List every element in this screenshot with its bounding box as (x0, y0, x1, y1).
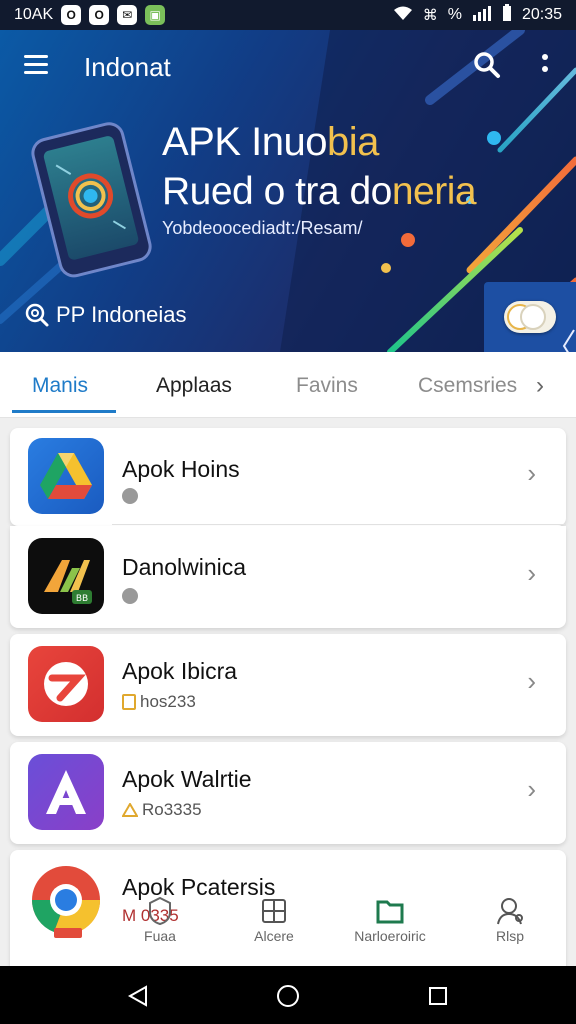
letter-a-icon (28, 754, 104, 830)
google-drive-icon (28, 438, 104, 514)
apk-logo-icon: BB (28, 538, 104, 614)
list-item[interactable]: Apok Ibicra hos233 › (10, 634, 566, 736)
list-item[interactable]: Apok Hoins › (10, 428, 566, 526)
folder-icon (376, 900, 404, 924)
app-title: Indonat (84, 52, 171, 82)
tab-manis[interactable]: Manis (32, 374, 88, 398)
notification-icon: O (61, 5, 82, 25)
app-meta: Ro3335 (122, 800, 202, 820)
divider (112, 524, 566, 525)
app-name: Apok Walrtie (122, 766, 252, 792)
signal-percent: % (447, 6, 462, 23)
badge-icon (122, 694, 136, 710)
more-vert-icon[interactable] (538, 52, 552, 80)
hero-subtitle: Yobdeoocediadt:/Resam/ (162, 218, 363, 238)
svg-text:BB: BB (76, 594, 88, 604)
tab-favins[interactable]: Favins (296, 374, 358, 398)
tab-applaas[interactable]: Applaas (156, 374, 232, 398)
tab-bar: Manis Applaas Favins Csemsries › (0, 352, 576, 418)
wifi-icon (393, 5, 413, 26)
info-icon (122, 488, 138, 504)
red-app-icon (28, 646, 104, 722)
bottom-nav-item-alcere[interactable]: Alcere (224, 896, 324, 944)
status-carrier-text: 10AK (14, 6, 54, 23)
hero-banner: Indonat APK Inuobia Rued o tra doneria Y… (0, 30, 576, 352)
chevron-right-icon: › (527, 458, 536, 488)
app-name: Danolwinica (122, 554, 247, 580)
app-meta-text: Ro3335 (142, 800, 202, 819)
vibrate-icon: ⌘ (422, 7, 438, 24)
hero-title: APK Inuobia (162, 120, 379, 164)
chevron-left-icon[interactable] (560, 326, 576, 352)
notification-icon: ✉ (117, 5, 138, 25)
grid-box-icon (262, 899, 286, 923)
theme-toggle[interactable] (504, 301, 556, 333)
home-icon[interactable] (276, 984, 300, 1008)
warning-icon (122, 803, 138, 817)
notification-icon: O (89, 5, 110, 25)
recents-icon[interactable] (426, 984, 450, 1008)
notification-icon: ▣ (145, 5, 166, 25)
app-bar: Indonat (0, 50, 576, 84)
toggle-knob (520, 304, 546, 330)
info-icon (122, 588, 138, 604)
back-icon[interactable] (126, 984, 150, 1008)
app-meta (122, 588, 138, 604)
bottom-nav-item-fuaa[interactable]: Fuaa (110, 896, 210, 944)
bottom-nav-label: Rlsp (495, 928, 524, 944)
menu-icon[interactable] (24, 55, 48, 75)
user-icon (497, 898, 523, 925)
chevron-right-icon: › (527, 666, 536, 696)
bottom-nav-label: Fuaa (144, 928, 176, 944)
app-meta: hos233 (122, 692, 196, 712)
shield-icon (149, 896, 171, 926)
chevron-right-icon: › (527, 558, 536, 588)
search-icon (25, 303, 49, 327)
app-meta (122, 488, 138, 504)
bottom-nav-label: Alcere (254, 928, 294, 944)
list-item[interactable]: Apok Walrtie Ro3335 › (10, 742, 566, 844)
hero-search-label: PP Indoneias (56, 302, 187, 327)
battery-icon (502, 3, 512, 27)
hero-search-link[interactable]: PP Indoneias (24, 302, 186, 328)
hero-title-line2: Rued o tra doneria (162, 170, 477, 213)
app-list: Apok Hoins › BB Danolwinica › Apok Ibicr… (0, 418, 576, 966)
chevron-right-icon: › (527, 774, 536, 804)
cell-signal-icon (472, 5, 492, 26)
search-icon[interactable] (472, 50, 502, 80)
bottom-nav-item-narloeroiric[interactable]: Narloeroiric (340, 896, 440, 944)
bottom-nav-label: Narloeroiric (354, 928, 426, 944)
bottom-nav-item-rlsp[interactable]: Rlsp (460, 896, 560, 944)
status-bar: 10AK O O ✉ ▣ ⌘ % 20:35 (0, 0, 576, 30)
app-name: Apok Hoins (122, 456, 240, 482)
tab-csemsries[interactable]: Csemsries (418, 374, 517, 398)
app-name: Apok Ibicra (122, 658, 238, 684)
active-tab-indicator (12, 410, 116, 413)
system-nav-bar (0, 966, 576, 1024)
status-time: 20:35 (521, 6, 562, 23)
chevron-right-icon[interactable]: › (536, 372, 544, 400)
app-meta-text: hos233 (140, 692, 196, 711)
bottom-nav: Fuaa Alcere Narloeroiric Rlsp (0, 890, 576, 966)
list-item[interactable]: BB Danolwinica › (10, 526, 566, 628)
